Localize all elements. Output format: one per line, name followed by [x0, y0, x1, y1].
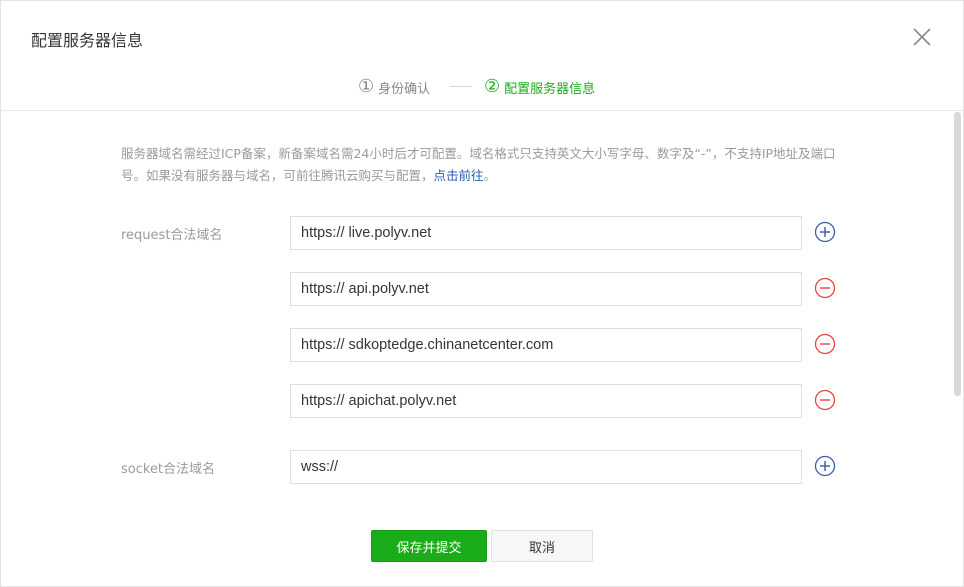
socket-domain-field[interactable] [290, 450, 802, 484]
remove-circle-icon[interactable] [814, 333, 836, 355]
request-domain-input[interactable] [301, 393, 801, 409]
add-circle-icon[interactable] [814, 455, 836, 477]
cancel-button[interactable]: 取消 [491, 530, 593, 562]
request-domain-field[interactable] [290, 272, 802, 306]
server-config-dialog: 配置服务器信息 ① 身份确认 ② 配置服务器信息 服务器域名需经过ICP备案，新… [0, 0, 964, 587]
step-number: ② [484, 76, 501, 97]
tencent-cloud-link[interactable]: 点击前往 [434, 168, 484, 183]
step-label: 配置服务器信息 [504, 81, 596, 97]
header-divider [1, 110, 963, 111]
step-indicator: ① 身份确认 ② 配置服务器信息 [1, 74, 963, 100]
request-domain-input[interactable] [301, 281, 801, 297]
request-domain-label: request合法域名 [121, 228, 223, 243]
step-identity-confirm: ① 身份确认 [358, 74, 430, 100]
step-number: ① [358, 76, 375, 97]
socket-domain-input[interactable] [301, 459, 801, 475]
scrollbar[interactable] [954, 112, 961, 396]
close-icon[interactable] [910, 25, 934, 49]
step-configure-server: ② 配置服务器信息 [484, 74, 595, 100]
remove-circle-icon[interactable] [814, 277, 836, 299]
step-connector [450, 86, 472, 87]
socket-domain-label: socket合法域名 [121, 462, 216, 477]
add-circle-icon[interactable] [814, 221, 836, 243]
dialog-title: 配置服务器信息 [31, 31, 144, 50]
request-domain-field[interactable] [290, 216, 802, 250]
notice-end: 。 [483, 168, 497, 183]
request-domain-input[interactable] [301, 225, 801, 241]
request-domain-field[interactable] [290, 328, 802, 362]
save-submit-button[interactable]: 保存并提交 [371, 530, 487, 562]
request-domain-field[interactable] [290, 384, 802, 418]
remove-circle-icon[interactable] [814, 389, 836, 411]
domain-notice: 服务器域名需经过ICP备案，新备案域名需24小时后才可配置。域名格式只支持英文大… [121, 143, 841, 187]
request-domain-input[interactable] [301, 337, 801, 353]
step-label: 身份确认 [378, 81, 431, 97]
